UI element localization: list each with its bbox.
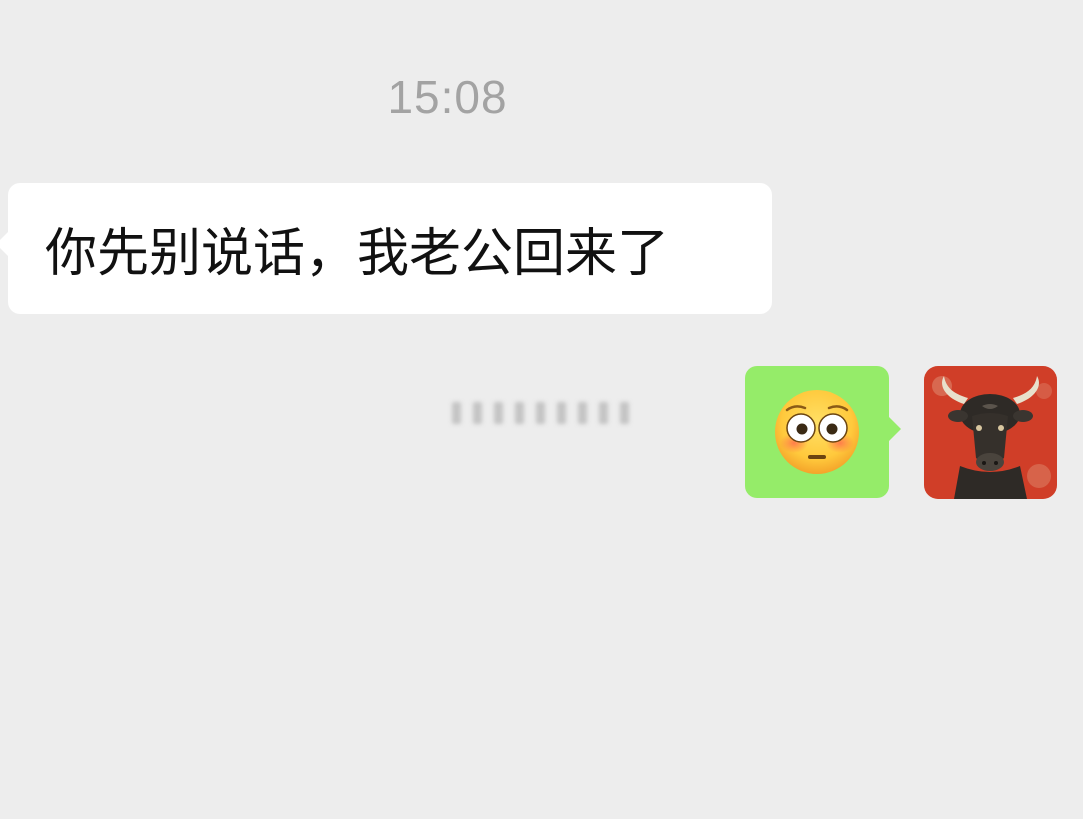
message-timestamp: 15:08 (387, 71, 508, 123)
flushed-face-emoji (775, 390, 859, 474)
chat-window: 15:08 你先别说话，我老公回来了 (0, 0, 1083, 819)
incoming-message-bubble[interactable]: 你先别说话，我老公回来了 (0, 183, 772, 314)
incoming-message-text: 你先别说话，我老公回来了 (45, 224, 670, 284)
bull-avatar[interactable] (924, 366, 1057, 499)
blurred-status-text (452, 398, 634, 428)
outgoing-message-bubble[interactable] (745, 366, 901, 498)
